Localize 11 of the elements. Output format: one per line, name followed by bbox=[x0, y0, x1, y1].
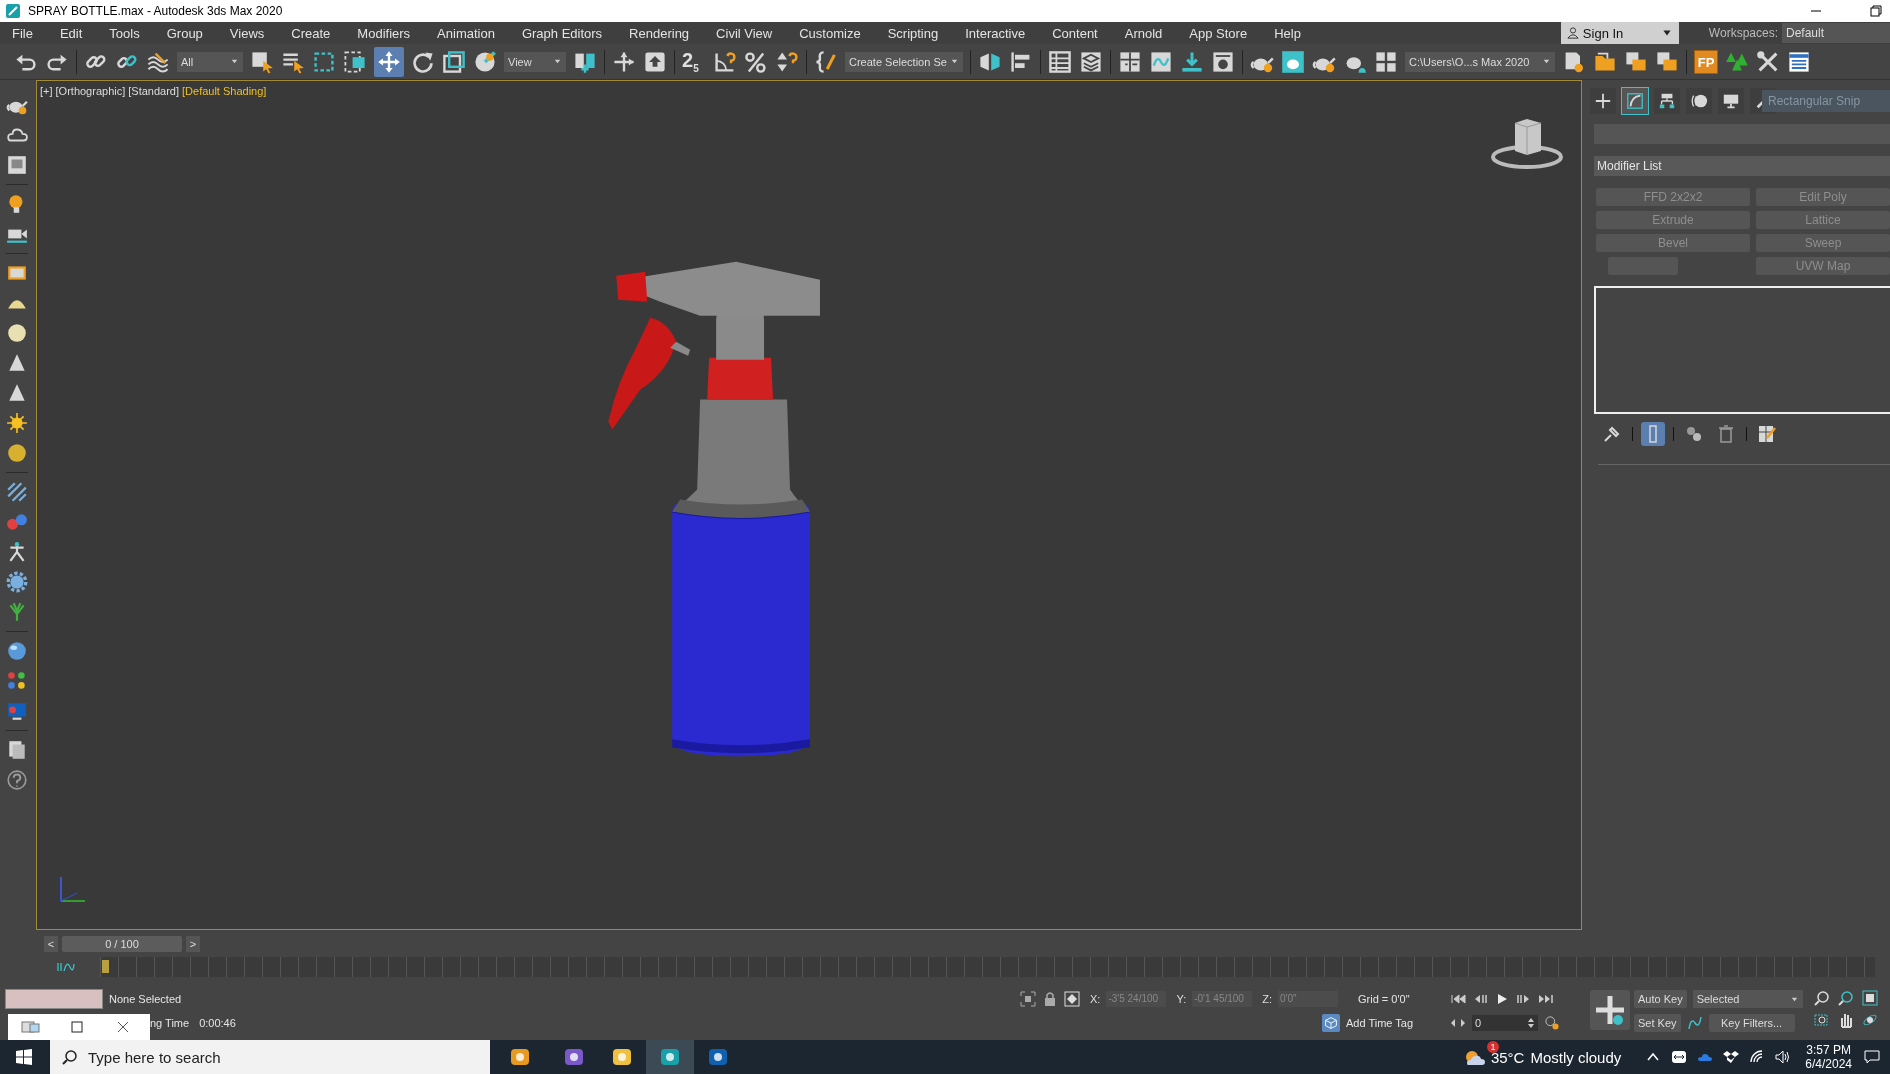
selection-status: None Selected bbox=[109, 993, 182, 1005]
y-label: Y: bbox=[1176, 993, 1187, 1005]
z-label: Z: bbox=[1262, 993, 1272, 1005]
window-title: SPRAY BOTTLE.max - Autodesk 3ds Max 2020 bbox=[28, 4, 283, 18]
workspaces-label: Workspaces: bbox=[1708, 26, 1778, 40]
notification-badge: 1 bbox=[1486, 1041, 1499, 1053]
x-label: X: bbox=[1090, 993, 1101, 1005]
running-time-label: ng Time bbox=[150, 1017, 190, 1029]
running-time: 0:00:46 bbox=[199, 1017, 236, 1029]
grid-size: Grid = 0'0" bbox=[1358, 993, 1410, 1005]
snip-tooltip: Rectangular Snip bbox=[1762, 90, 1890, 112]
